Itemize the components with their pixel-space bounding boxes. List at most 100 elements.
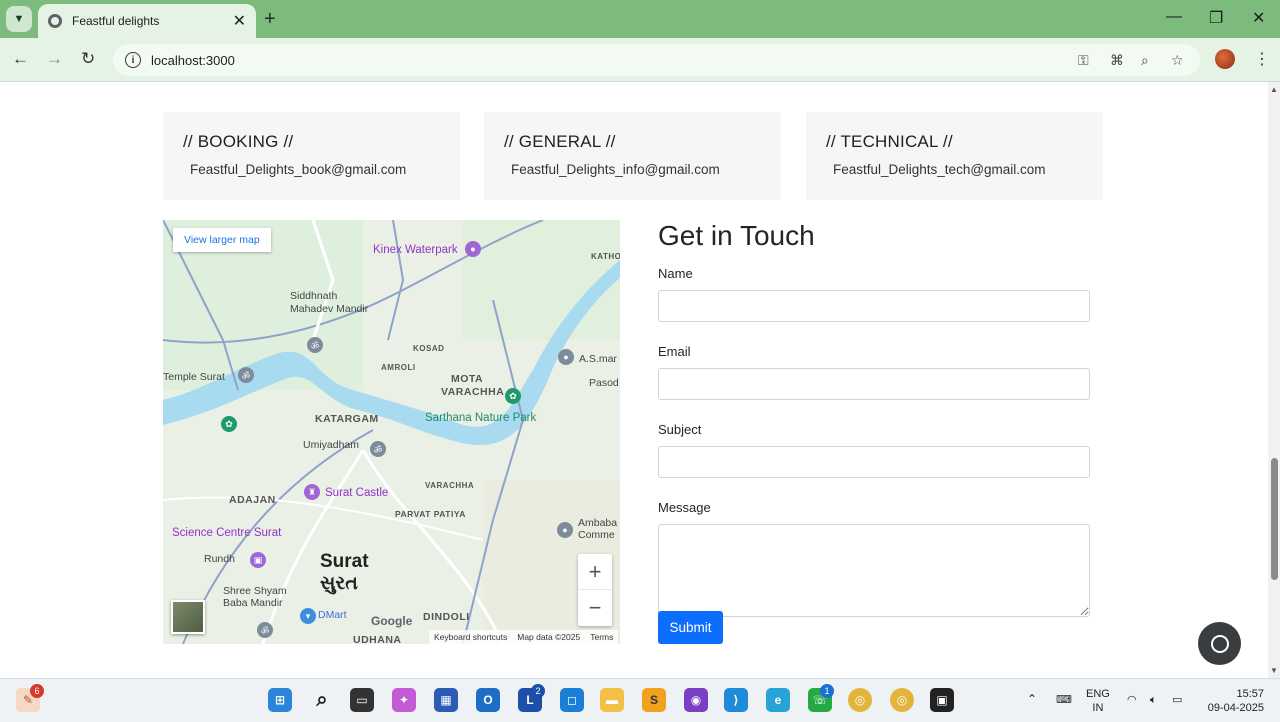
- battery-icon[interactable]: ▭: [1172, 693, 1182, 707]
- volume-icon[interactable]: 🔈︎: [1150, 693, 1157, 707]
- scroll-down-icon[interactable]: ▼: [1270, 666, 1278, 675]
- page-scrollbar[interactable]: ▲ ▼: [1268, 82, 1280, 678]
- sublime-icon[interactable]: S: [642, 688, 666, 712]
- region-code: IN: [1092, 702, 1104, 714]
- address-bar[interactable]: i localhost:3000: [113, 44, 1200, 76]
- os-taskbar: ✎ 6 ⊞ ⌕ ▭ ✦ ▦ O L 2 ◻ ▬ S ◉ ⟩ e ☏ 1 ◎ ◎ …: [0, 678, 1280, 722]
- map-zoom-control: + −: [578, 554, 612, 626]
- vscode-icon[interactable]: ⟩: [724, 688, 748, 712]
- tray-overflow-icon[interactable]: ⌃: [1027, 692, 1037, 706]
- page-content: // BOOKING // Feastful_Delights_book@gma…: [0, 82, 1268, 678]
- shopping-pin-icon[interactable]: ▾: [300, 608, 316, 624]
- card-email: Feastful_Delights_info@gmail.com: [511, 162, 720, 177]
- map-data-text: Map data ©2025: [517, 632, 581, 642]
- card-heading: // BOOKING //: [183, 132, 294, 151]
- profile-avatar[interactable]: [1215, 49, 1235, 69]
- wifi-icon[interactable]: ◠: [1127, 693, 1137, 707]
- landmark-pin-icon[interactable]: ♜: [304, 484, 320, 500]
- minimize-icon[interactable]: —: [1166, 8, 1182, 26]
- contact-card-booking: // BOOKING // Feastful_Delights_book@gma…: [163, 112, 460, 200]
- map-label: KOSAD: [413, 344, 445, 353]
- card-email: Feastful_Delights_book@gmail.com: [190, 162, 407, 177]
- language-code: ENG: [1086, 688, 1110, 700]
- tab-search-button[interactable]: ▼: [6, 6, 32, 32]
- scrollbar-thumb[interactable]: [1271, 458, 1278, 580]
- terminal-icon[interactable]: ▣: [930, 688, 954, 712]
- map-label: Pasod: [589, 377, 619, 389]
- browser-toolbar: ← → ↻ i localhost:3000 ⚿ ⌘ ⌕ ☆: [0, 38, 1280, 82]
- submit-button[interactable]: Submit: [658, 611, 723, 644]
- copilot-icon[interactable]: ✦: [392, 688, 416, 712]
- map-label: DINDOLI: [423, 611, 470, 623]
- scroll-up-icon[interactable]: ▲: [1270, 85, 1278, 94]
- map-label: UDHANA: [353, 634, 402, 644]
- map-label: VARACHHA: [441, 386, 505, 398]
- outlook-icon[interactable]: O: [476, 688, 500, 712]
- keyboard-icon[interactable]: ⌨: [1056, 693, 1072, 707]
- bookmark-star-icon[interactable]: ☆: [1171, 52, 1184, 69]
- map-label: VARACHHA: [425, 481, 475, 490]
- close-tab-icon[interactable]: ✕: [233, 11, 246, 31]
- app-blue-icon[interactable]: ◻: [560, 688, 584, 712]
- file-explorer-icon[interactable]: ▬: [600, 688, 624, 712]
- google-logo: Google: [371, 614, 413, 628]
- globe-icon: [48, 14, 62, 28]
- subject-input[interactable]: [658, 446, 1090, 478]
- email-input[interactable]: [658, 368, 1090, 400]
- site-info-icon[interactable]: i: [125, 52, 141, 68]
- back-icon[interactable]: ←: [12, 49, 29, 69]
- name-input[interactable]: [658, 290, 1090, 322]
- map-label-city-gujarati: સુરત: [320, 573, 358, 594]
- place-pin-icon[interactable]: ●: [558, 349, 574, 365]
- message-textarea[interactable]: [658, 524, 1090, 617]
- new-tab-button[interactable]: +: [264, 8, 276, 31]
- temple-pin-icon[interactable]: ॐ: [257, 622, 273, 638]
- whatsapp-chat-button[interactable]: [1198, 622, 1241, 665]
- embedded-map[interactable]: View larger map Kinex Waterpark ● Siddhn…: [163, 220, 620, 644]
- temple-pin-icon[interactable]: ॐ: [370, 441, 386, 457]
- satellite-toggle[interactable]: [171, 600, 205, 634]
- browser-tab-strip: ▼ Feastful delights ✕ + — ❐ ✕: [0, 0, 1280, 38]
- restore-icon[interactable]: ❐: [1209, 8, 1223, 28]
- park-pin-icon[interactable]: ✿: [221, 416, 237, 432]
- notification-badge: 6: [30, 684, 44, 698]
- zoom-icon[interactable]: ⌕: [1141, 52, 1149, 69]
- forward-icon[interactable]: →: [46, 49, 63, 69]
- reload-icon[interactable]: ↻: [81, 49, 95, 69]
- map-label: KATARGAM: [315, 413, 379, 425]
- zoom-in-button[interactable]: +: [578, 554, 612, 590]
- view-larger-map-link[interactable]: View larger map: [173, 228, 271, 252]
- park-pin-icon[interactable]: ✿: [505, 388, 521, 404]
- password-key-icon[interactable]: ⚿: [1078, 52, 1089, 69]
- temple-pin-icon[interactable]: ॐ: [238, 367, 254, 383]
- card-heading: // GENERAL //: [504, 132, 616, 151]
- edge-icon[interactable]: e: [766, 688, 790, 712]
- chrome-active-icon[interactable]: ◎: [890, 688, 914, 712]
- github-icon[interactable]: ◉: [684, 688, 708, 712]
- browser-tab[interactable]: Feastful delights ✕: [38, 4, 256, 38]
- browser-menu-icon[interactable]: ⋮: [1254, 49, 1270, 69]
- search-icon[interactable]: ⌕: [310, 688, 334, 712]
- temple-pin-icon[interactable]: ॐ: [307, 337, 323, 353]
- name-label: Name: [658, 266, 693, 281]
- terms-link[interactable]: Terms: [590, 632, 613, 642]
- card-heading: // TECHNICAL //: [826, 132, 953, 151]
- clock[interactable]: 15:57 09-04-2025: [1200, 687, 1264, 715]
- app-l-badge: 2: [531, 684, 545, 698]
- map-label: Temple Surat: [163, 371, 225, 383]
- zoom-out-button[interactable]: −: [578, 590, 612, 626]
- windows-start-icon[interactable]: ⊞: [268, 688, 292, 712]
- task-view-icon[interactable]: ▭: [350, 688, 374, 712]
- store-icon[interactable]: ▦: [434, 688, 458, 712]
- chrome-icon[interactable]: ◎: [848, 688, 872, 712]
- waterpark-pin-icon[interactable]: ●: [465, 241, 481, 257]
- language-indicator[interactable]: ENG IN: [1086, 687, 1110, 715]
- keyboard-shortcuts-link[interactable]: Keyboard shortcuts: [434, 632, 507, 642]
- map-label: Baba Mandir: [223, 597, 283, 609]
- window-close-icon[interactable]: ✕: [1252, 8, 1265, 28]
- map-label: PARVAT PATIYA: [395, 509, 466, 519]
- map-label: Surat Castle: [325, 487, 389, 499]
- translate-icon[interactable]: ⌘: [1110, 52, 1124, 69]
- place-pin-icon[interactable]: ●: [557, 522, 573, 538]
- museum-pin-icon[interactable]: ▣: [250, 552, 266, 568]
